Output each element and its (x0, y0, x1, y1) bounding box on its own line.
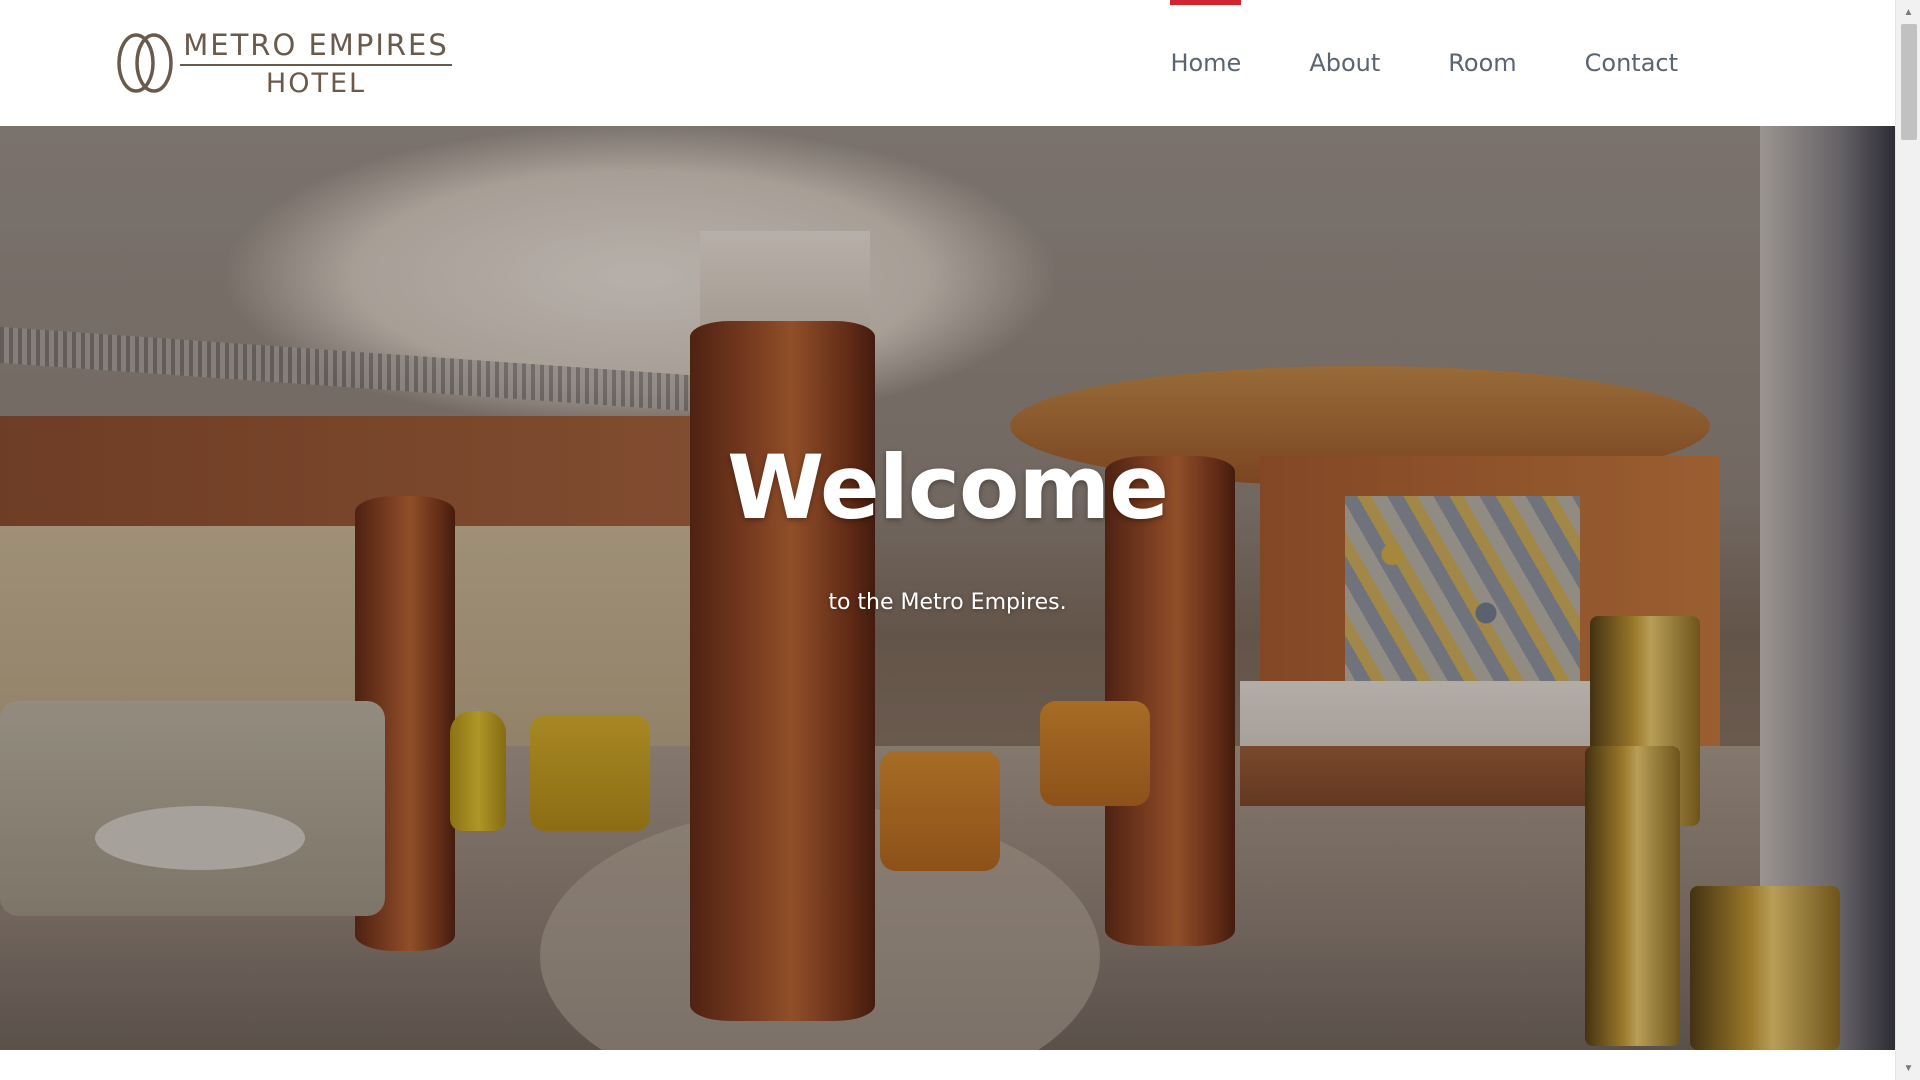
main-nav: Home About Room Contact (1136, 0, 1712, 126)
page-content-start (0, 1050, 1895, 1080)
scroll-down-arrow-icon[interactable]: ▼ (1896, 1058, 1920, 1078)
scroll-up-arrow-icon[interactable]: ▲ (1896, 2, 1920, 22)
brand-divider (180, 63, 452, 66)
hero-banner: Welcome to the Metro Empires. (0, 126, 1895, 1050)
brand-name-line1: METRO EMPIRES (183, 27, 449, 62)
hero-subtitle: to the Metro Empires. (828, 590, 1067, 615)
hero-title: Welcome (727, 436, 1169, 539)
nav-item-home[interactable]: Home (1136, 0, 1275, 126)
page-scrollbar[interactable]: ▲ ▼ (1895, 0, 1920, 1080)
brand-name-line2: HOTEL (265, 67, 367, 99)
hero-overlay (0, 126, 1895, 1050)
page: METRO EMPIRES HOTEL Home About Room Cont… (0, 0, 1920, 1080)
brand-wordmark: METRO EMPIRES HOTEL (180, 29, 452, 98)
nav-item-room[interactable]: Room (1414, 0, 1550, 126)
interlocking-rings-icon (117, 33, 173, 93)
scrollbar-thumb[interactable] (1901, 24, 1917, 140)
nav-item-contact[interactable]: Contact (1551, 0, 1712, 126)
brand-logo[interactable]: METRO EMPIRES HOTEL (114, 29, 454, 98)
nav-item-about[interactable]: About (1275, 0, 1414, 126)
site-header: METRO EMPIRES HOTEL Home About Room Cont… (0, 0, 1895, 126)
